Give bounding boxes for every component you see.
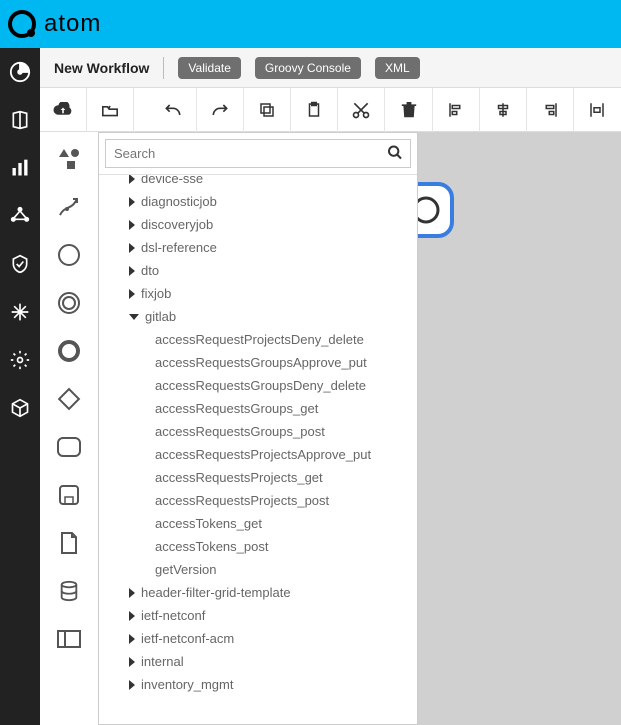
database-icon[interactable]	[56, 578, 82, 604]
tree-node-label: dto	[141, 263, 159, 278]
search-input[interactable]	[105, 139, 411, 168]
caret-down-icon[interactable]	[129, 314, 139, 320]
tree-node-label: ietf-netconf-acm	[141, 631, 234, 646]
tree-node-ietf-netconf[interactable]: ietf-netconf	[99, 604, 417, 627]
shape-palette	[40, 132, 98, 725]
tree-node-internal[interactable]: internal	[99, 650, 417, 673]
tree-node-ietf-netconf-acm[interactable]: ietf-netconf-acm	[99, 627, 417, 650]
gear-icon[interactable]	[8, 348, 32, 372]
tree-node-label: device-sse	[141, 175, 203, 186]
editor-toolbar	[40, 88, 621, 132]
circle-thin-icon[interactable]	[56, 242, 82, 268]
tree-panel: device-sse diagnosticjob discoveryjob dsl-r…	[98, 132, 418, 725]
circle-double-icon[interactable]	[56, 290, 82, 316]
align-center-icon[interactable]	[480, 88, 527, 132]
tree-leaf-accessRequestsGroups_post[interactable]: accessRequestsGroups_post	[99, 420, 417, 443]
tree-node-label: internal	[141, 654, 184, 669]
tree-leaf-accessRequestsProjects_get[interactable]: accessRequestsProjects_get	[99, 466, 417, 489]
logo-icon	[8, 10, 36, 38]
app-name: atom	[44, 10, 101, 38]
network-icon[interactable]	[8, 204, 32, 228]
sidebar-layout-icon[interactable]	[56, 626, 82, 652]
open-folder-icon[interactable]	[87, 88, 134, 132]
cut-icon[interactable]	[338, 88, 385, 132]
copy-icon[interactable]	[244, 88, 291, 132]
titlebar: atom	[0, 0, 621, 48]
caret-right-icon[interactable]	[129, 243, 135, 253]
tree-node-label: dsl-reference	[141, 240, 217, 255]
save-shape-icon[interactable]	[56, 482, 82, 508]
circle-bold-icon[interactable]	[56, 338, 82, 364]
sub-header: New Workflow Validate Groovy Console XML	[40, 48, 621, 88]
tree-leaf-accessTokens_post[interactable]: accessTokens_post	[99, 535, 417, 558]
tree-node-device-sse[interactable]: device-sse	[99, 175, 417, 190]
tree-node-label: inventory_mgmt	[141, 677, 233, 692]
caret-right-icon[interactable]	[129, 611, 135, 621]
tree-node-label: ietf-netconf	[141, 608, 205, 623]
tree-node-dto[interactable]: dto	[99, 259, 417, 282]
tree-leaf-accessRequestProjectsDeny_delete[interactable]: accessRequestProjectsDeny_delete	[99, 328, 417, 351]
tree-list[interactable]: device-sse diagnosticjob discoveryjob dsl-r…	[99, 175, 417, 724]
caret-right-icon[interactable]	[129, 197, 135, 207]
caret-right-icon[interactable]	[129, 657, 135, 667]
tree-node-label: discoveryjob	[141, 217, 213, 232]
gap1	[134, 88, 150, 132]
tree-leaf-accessRequestsGroupsApprove_put[interactable]: accessRequestsGroupsApprove_put	[99, 351, 417, 374]
redo-icon[interactable]	[197, 88, 244, 132]
tree-leaf-getVersion[interactable]: getVersion	[99, 558, 417, 581]
arrow-path-icon[interactable]	[56, 194, 82, 220]
tree-node-label: fixjob	[141, 286, 171, 301]
shield-icon[interactable]	[8, 252, 32, 276]
caret-right-icon[interactable]	[129, 220, 135, 230]
tree-leaf-accessRequestsGroups_get[interactable]: accessRequestsGroups_get	[99, 397, 417, 420]
rounded-rect-icon[interactable]	[56, 434, 82, 460]
cube-icon[interactable]	[8, 396, 32, 420]
tree-node-gitlab[interactable]: gitlab	[99, 305, 417, 328]
xml-button[interactable]: XML	[375, 57, 420, 79]
caret-right-icon[interactable]	[129, 634, 135, 644]
caret-right-icon[interactable]	[129, 289, 135, 299]
tree-leaf-accessRequestsProjects_post[interactable]: accessRequestsProjects_post	[99, 489, 417, 512]
dashboard-icon[interactable]	[8, 60, 32, 84]
tree-node-header-filter-grid-template[interactable]: header-filter-grid-template	[99, 581, 417, 604]
tree-node-diagnosticjob[interactable]: diagnosticjob	[99, 190, 417, 213]
caret-right-icon[interactable]	[129, 175, 135, 184]
chart-icon[interactable]	[8, 156, 32, 180]
search-icon[interactable]	[387, 144, 403, 163]
diamond-icon[interactable]	[56, 386, 82, 412]
document-icon[interactable]	[56, 530, 82, 556]
left-nav-rail	[0, 48, 40, 725]
tree-node-discoveryjob[interactable]: discoveryjob	[99, 213, 417, 236]
groovy-console-button[interactable]: Groovy Console	[255, 57, 361, 79]
snowflake-icon[interactable]	[8, 300, 32, 324]
caret-right-icon[interactable]	[129, 588, 135, 598]
caret-right-icon[interactable]	[129, 266, 135, 276]
tree-leaf-accessTokens_get[interactable]: accessTokens_get	[99, 512, 417, 535]
align-right-icon[interactable]	[527, 88, 574, 132]
delete-icon[interactable]	[385, 88, 432, 132]
app-logo: atom	[8, 10, 101, 38]
shapes-group-icon[interactable]	[56, 146, 82, 172]
tree-node-inventory_mgmt[interactable]: inventory_mgmt	[99, 673, 417, 696]
tree-node-label: header-filter-grid-template	[141, 585, 291, 600]
tree-node-label: diagnosticjob	[141, 194, 217, 209]
book-icon[interactable]	[8, 108, 32, 132]
distribute-icon[interactable]	[574, 88, 621, 132]
undo-icon[interactable]	[150, 88, 197, 132]
paste-icon[interactable]	[291, 88, 338, 132]
workflow-title: New Workflow	[54, 60, 149, 76]
tree-leaf-accessRequestsProjectsApprove_put[interactable]: accessRequestsProjectsApprove_put	[99, 443, 417, 466]
align-left-icon[interactable]	[433, 88, 480, 132]
validate-button[interactable]: Validate	[178, 57, 240, 79]
cloud-upload-icon[interactable]	[40, 88, 87, 132]
tree-node-label: gitlab	[145, 309, 176, 324]
tree-node-fixjob[interactable]: fixjob	[99, 282, 417, 305]
caret-right-icon[interactable]	[129, 680, 135, 690]
tree-node-dsl-reference[interactable]: dsl-reference	[99, 236, 417, 259]
search-container	[99, 133, 417, 175]
separator	[163, 57, 164, 79]
tree-leaf-accessRequestsGroupsDeny_delete[interactable]: accessRequestsGroupsDeny_delete	[99, 374, 417, 397]
